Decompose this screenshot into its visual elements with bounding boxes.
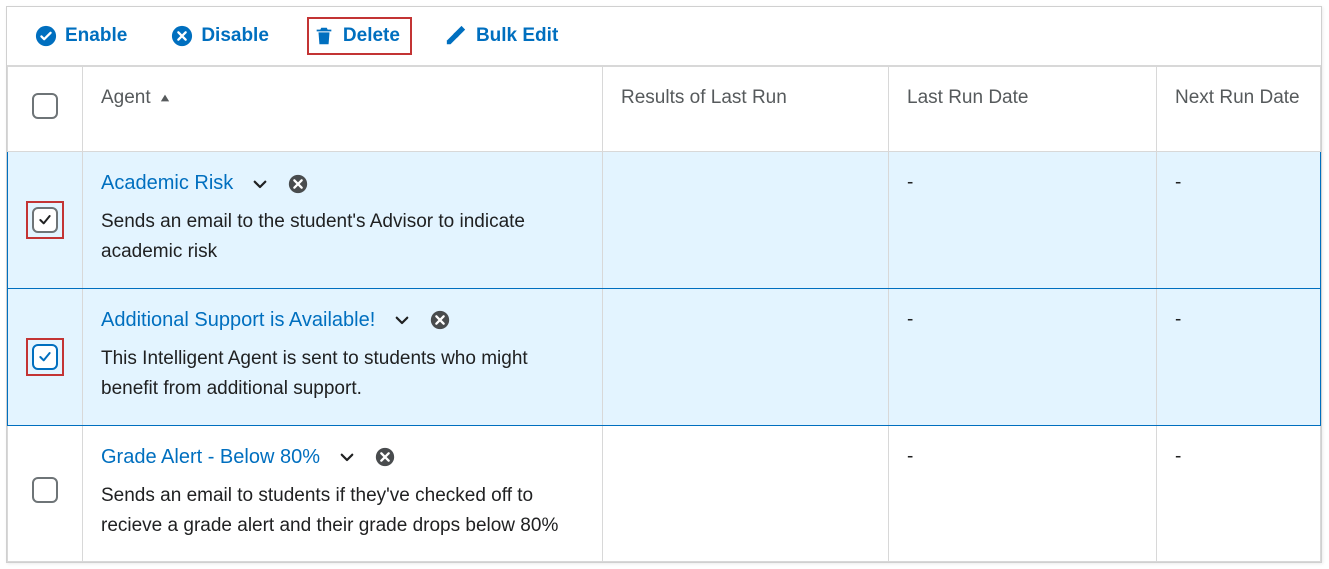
results-cell [603,425,889,562]
chevron-down-icon[interactable] [251,175,269,193]
row-checkbox-wrap [26,201,64,239]
select-all-checkbox[interactable] [32,93,58,119]
agent-title-link[interactable]: Additional Support is Available! [101,309,375,332]
enable-label: Enable [65,25,127,47]
chevron-down-icon[interactable] [338,448,356,466]
agent-title-link[interactable]: Grade Alert - Below 80% [101,446,320,469]
table-row: Additional Support is Available! This In… [8,288,1321,425]
table-header-row: Agent Results of Last Run Last Run Date … [8,67,1321,152]
enable-button[interactable]: Enable [29,17,139,55]
x-circle-icon [171,25,193,47]
disabled-status-icon[interactable] [374,446,396,468]
col-last-label: Last Run Date [907,87,1028,108]
agent-description: Sends an email to the student's Advisor … [101,207,561,268]
agent-list-panel: Enable Disable Delete Bulk Edit [6,6,1322,563]
bulk-edit-icon [444,25,468,47]
col-agent-header[interactable]: Agent [83,67,603,152]
agent-description: Sends an email to students if they've ch… [101,481,561,542]
next-run-cell: - [1157,152,1321,289]
col-next-label: Next Run Date [1175,87,1300,108]
delete-button[interactable]: Delete [307,17,412,55]
bulk-edit-button[interactable]: Bulk Edit [438,17,570,55]
agent-title-link[interactable]: Academic Risk [101,172,233,195]
row-checkbox-wrap [26,471,64,509]
col-results-label: Results of Last Run [621,87,787,108]
row-checkbox-wrap [26,338,64,376]
results-cell [603,152,889,289]
next-run-cell: - [1157,288,1321,425]
disabled-status-icon[interactable] [429,309,451,331]
last-run-cell: - [889,288,1157,425]
delete-label: Delete [343,25,400,47]
results-cell [603,288,889,425]
last-run-cell: - [889,152,1157,289]
col-results-header[interactable]: Results of Last Run [603,67,889,152]
row-checkbox[interactable] [32,207,58,233]
row-checkbox[interactable] [32,344,58,370]
col-next-header[interactable]: Next Run Date [1157,67,1321,152]
col-last-header[interactable]: Last Run Date [889,67,1157,152]
disable-button[interactable]: Disable [165,17,281,55]
agents-table: Agent Results of Last Run Last Run Date … [7,66,1321,562]
disable-label: Disable [201,25,269,47]
check-circle-icon [35,25,57,47]
last-run-cell: - [889,425,1157,562]
col-agent-label: Agent [101,87,151,108]
table-row: Academic Risk Sends an email to the stud… [8,152,1321,289]
chevron-down-icon[interactable] [393,311,411,329]
bulk-edit-label: Bulk Edit [476,25,558,47]
sort-asc-icon [160,87,170,109]
select-all-checkbox-wrap [26,87,64,125]
agent-description: This Intelligent Agent is sent to studen… [101,344,561,405]
trash-icon [313,25,335,47]
row-checkbox[interactable] [32,477,58,503]
next-run-cell: - [1157,425,1321,562]
select-all-header [8,67,83,152]
toolbar: Enable Disable Delete Bulk Edit [7,7,1321,66]
disabled-status-icon[interactable] [287,173,309,195]
table-row: Grade Alert - Below 80% Sends an email t… [8,425,1321,562]
